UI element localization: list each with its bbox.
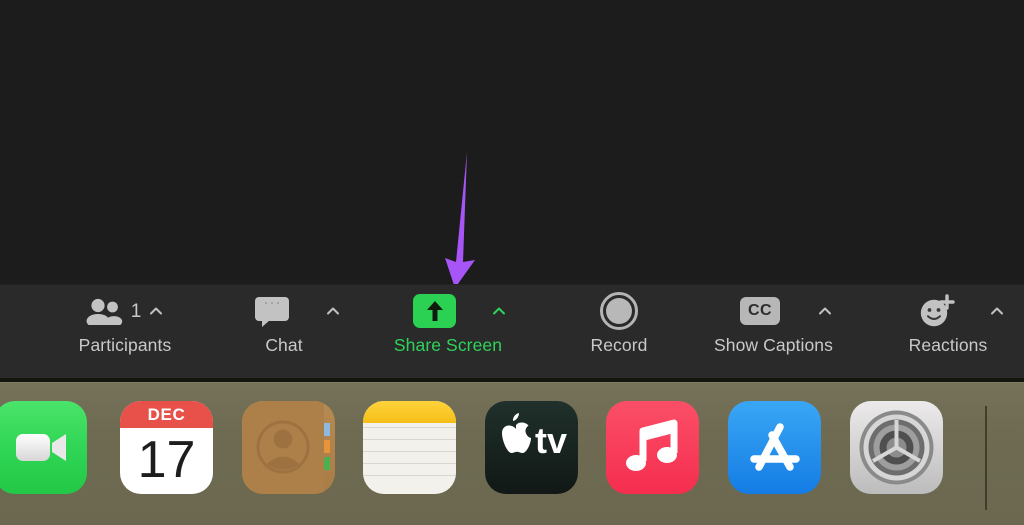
- closed-captions-icon: CC: [740, 297, 780, 325]
- dock-item-system-settings[interactable]: [850, 401, 943, 494]
- toolbar-item-participants[interactable]: 1 Participants: [62, 285, 188, 379]
- dock-hairline: [0, 382, 1024, 383]
- toolbar-item-record[interactable]: Record: [577, 285, 661, 379]
- toolbar-item-reactions[interactable]: Reactions: [898, 285, 1024, 379]
- dock-separator: [985, 406, 987, 510]
- toolbar-label-show-captions: Show Captions: [713, 335, 833, 355]
- toolbar-item-share-screen[interactable]: Share Screen: [392, 285, 528, 379]
- share-screen-iconrow: [413, 285, 507, 337]
- dock-item-appletv[interactable]: tv: [485, 401, 578, 494]
- notes-header-band: [363, 401, 456, 423]
- dock-item-contacts[interactable]: [242, 401, 335, 494]
- toolbar-item-show-captions[interactable]: CC Show Captions: [709, 285, 864, 379]
- toolbar-label-participants: Participants: [78, 335, 172, 355]
- participants-count: 1: [130, 300, 142, 322]
- toolbar-label-record: Record: [590, 335, 648, 355]
- dock-item-facetime[interactable]: [0, 401, 87, 494]
- meeting-stage: [0, 0, 1024, 284]
- gear-icon: [859, 410, 934, 485]
- zoom-control-toolbar: y 1 Participants: [0, 284, 1024, 378]
- facetime-icon: [16, 434, 66, 461]
- toolbar-label-reactions: Reactions: [908, 335, 988, 355]
- appstore-icon: [750, 423, 800, 471]
- share-screen-button[interactable]: [413, 294, 456, 328]
- reactions-iconrow: [918, 285, 1005, 337]
- reactions-smiley-icon: [920, 294, 955, 327]
- calendar-day: 17: [137, 430, 196, 489]
- record-icon: [600, 292, 638, 330]
- toolbar-item-chat[interactable]: Chat: [245, 285, 349, 379]
- toolbar-label-share-screen: Share Screen: [393, 335, 503, 355]
- record-iconrow: [600, 285, 638, 337]
- share-screen-icon: [426, 301, 443, 321]
- macos-dock: DEC 17 tv: [0, 382, 1024, 525]
- show-captions-iconrow: CC: [740, 285, 833, 337]
- dock-item-notes[interactable]: [363, 401, 456, 494]
- dock-item-music[interactable]: [606, 401, 699, 494]
- dock-item-appstore[interactable]: [728, 401, 821, 494]
- screen-root: y 1 Participants: [0, 0, 1024, 525]
- chevron-up-icon[interactable]: [325, 303, 341, 319]
- participants-icon: [86, 298, 122, 325]
- svg-text:tv: tv: [535, 420, 567, 461]
- chevron-up-icon[interactable]: [491, 303, 507, 319]
- chevron-up-icon[interactable]: [148, 303, 164, 319]
- participants-iconrow: 1: [86, 285, 165, 337]
- appletv-icon: tv: [502, 413, 567, 461]
- music-note-icon: [626, 419, 678, 471]
- dock-item-calendar[interactable]: DEC 17: [120, 401, 213, 494]
- chat-iconrow: [254, 285, 341, 337]
- chevron-up-icon[interactable]: [817, 303, 833, 319]
- contacts-icon: [242, 401, 330, 494]
- chevron-up-icon[interactable]: [989, 303, 1005, 319]
- toolbar-label-chat: Chat: [265, 335, 303, 355]
- chat-bubble-icon: [254, 297, 289, 327]
- calendar-month: DEC: [120, 401, 213, 428]
